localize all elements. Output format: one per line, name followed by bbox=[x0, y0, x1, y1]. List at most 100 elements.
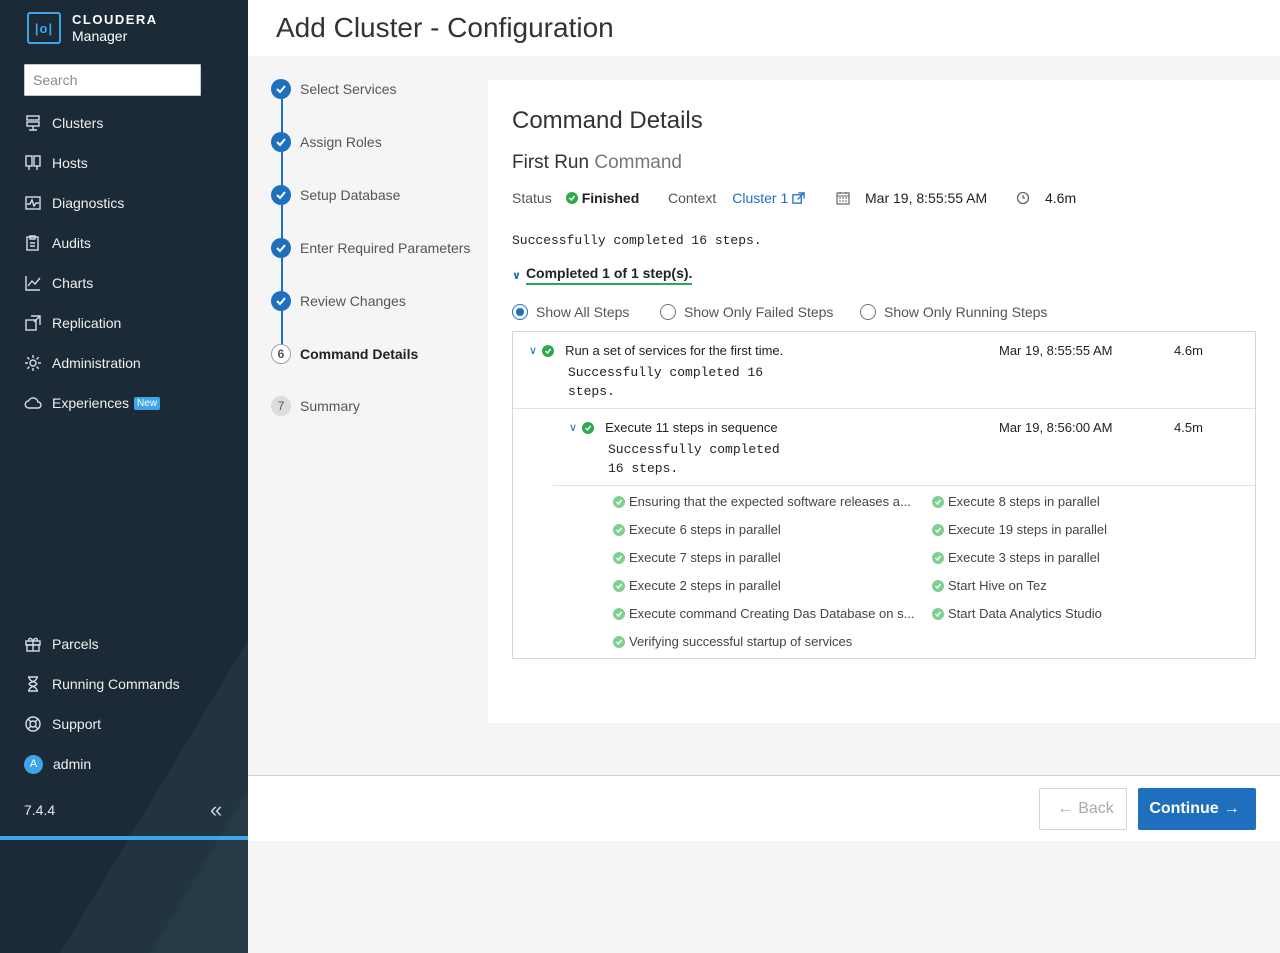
wizard-footer: ← Back Continue → bbox=[248, 775, 1280, 841]
page-header: Add Cluster - Configuration bbox=[248, 0, 1280, 56]
substep-label: Ensuring that the expected software rele… bbox=[629, 494, 911, 509]
calendar-icon bbox=[836, 192, 850, 205]
sidebar-item-label: Diagnostics bbox=[52, 195, 125, 211]
substep-label: Execute command Creating Das Database on… bbox=[629, 606, 915, 621]
sidebar-item-clusters[interactable]: Clusters bbox=[24, 111, 103, 135]
sidebar-item-charts[interactable]: Charts bbox=[24, 271, 93, 295]
cloudera-logo[interactable]: |o| CLOUDERA Manager bbox=[27, 12, 158, 44]
table-row: ∨ Run a set of services for the first ti… bbox=[513, 332, 1255, 409]
context-link[interactable]: Cluster 1 bbox=[732, 190, 788, 206]
chevron-down-icon[interactable]: ∨ bbox=[569, 421, 577, 434]
avatar: A bbox=[24, 754, 43, 774]
cloud-icon bbox=[24, 397, 42, 409]
sidebar-item-label: admin bbox=[53, 756, 92, 772]
substep-item[interactable]: Execute 7 steps in parallel bbox=[613, 550, 781, 565]
chevron-down-icon[interactable]: ∨ bbox=[529, 344, 537, 357]
wizard-step-label: Assign Roles bbox=[300, 134, 382, 150]
external-link-icon[interactable] bbox=[792, 191, 806, 205]
success-check-icon bbox=[613, 579, 625, 592]
wizard-step-label: Summary bbox=[300, 398, 360, 414]
filter-all-steps[interactable]: Show All Steps bbox=[512, 304, 629, 320]
success-check-icon bbox=[613, 551, 625, 564]
sidebar-item-label: Replication bbox=[52, 315, 122, 331]
sidebar-item-running-commands[interactable]: Running Commands bbox=[24, 672, 180, 696]
step-connector bbox=[281, 311, 283, 345]
sidebar-accent-bar bbox=[0, 836, 248, 840]
filter-running-steps[interactable]: Show Only Running Steps bbox=[860, 304, 1047, 320]
substep-item[interactable]: Execute 8 steps in parallel bbox=[932, 494, 1100, 509]
substep-item[interactable]: Ensuring that the expected software rele… bbox=[613, 494, 911, 509]
filter-label: Show All Steps bbox=[536, 304, 630, 320]
substep-item[interactable]: Execute 19 steps in parallel bbox=[932, 522, 1107, 537]
filter-label: Show Only Running Steps bbox=[884, 304, 1048, 320]
sidebar-item-label: Audits bbox=[52, 235, 91, 251]
step-number: 6 bbox=[271, 344, 291, 364]
step-header[interactable]: ∨ Run a set of services for the first ti… bbox=[529, 343, 783, 358]
wizard-step-label: Command Details bbox=[300, 346, 419, 362]
completed-toggle[interactable]: ∨ Completed 1 of 1 step(s). bbox=[512, 265, 693, 285]
gift-icon bbox=[25, 637, 41, 652]
substep-item[interactable]: Start Hive on Tez bbox=[932, 578, 1047, 593]
sidebar-item-experiences[interactable]: Experiences New bbox=[24, 391, 161, 415]
status-meta: Status Finished bbox=[512, 188, 639, 208]
step-date: Mar 19, 8:56:00 AM bbox=[999, 420, 1113, 435]
success-check-icon bbox=[932, 495, 944, 508]
wizard-step-review-changes[interactable]: Review Changes bbox=[271, 289, 406, 313]
sidebar-item-label: Parcels bbox=[52, 636, 99, 652]
filter-failed-steps[interactable]: Show Only Failed Steps bbox=[660, 304, 833, 320]
continue-button-label: Continue bbox=[1149, 800, 1219, 817]
context-meta: Context Cluster 1 bbox=[668, 188, 806, 208]
substep-label: Execute 6 steps in parallel bbox=[629, 522, 781, 537]
substep-item[interactable]: Execute 3 steps in parallel bbox=[932, 550, 1100, 565]
step-header[interactable]: ∨ Execute 11 steps in sequence bbox=[569, 420, 778, 435]
substep-label: Execute 7 steps in parallel bbox=[629, 550, 781, 565]
substep-item[interactable]: Execute command Creating Das Database on… bbox=[613, 606, 914, 621]
radio-selected-icon bbox=[512, 304, 528, 320]
back-button[interactable]: ← Back bbox=[1039, 788, 1127, 830]
completed-text: Completed 1 of 1 step(s). bbox=[525, 265, 693, 285]
sidebar-item-audits[interactable]: Audits bbox=[24, 231, 91, 255]
sidebar-item-diagnostics[interactable]: Diagnostics bbox=[24, 191, 124, 215]
clusters-icon bbox=[26, 115, 40, 131]
sidebar-item-admin-user[interactable]: A admin bbox=[24, 752, 91, 776]
wizard-step-label: Enter Required Parameters bbox=[300, 240, 471, 256]
substep-item[interactable]: Start Data Analytics Studio bbox=[932, 606, 1102, 621]
command-title: First Run Command bbox=[512, 152, 682, 174]
logo-product: Manager bbox=[72, 28, 128, 44]
sidebar-item-replication[interactable]: Replication bbox=[24, 311, 121, 335]
wizard-step-select-services[interactable]: Select Services bbox=[271, 77, 396, 101]
substep-label: Execute 2 steps in parallel bbox=[629, 578, 781, 593]
success-check-icon bbox=[613, 607, 625, 620]
wizard-step-assign-roles[interactable]: Assign Roles bbox=[271, 130, 382, 154]
check-icon bbox=[271, 238, 291, 258]
substep-label: Start Data Analytics Studio bbox=[948, 606, 1102, 621]
radio-icon bbox=[860, 304, 876, 320]
wizard-step-enter-required-parameters[interactable]: Enter Required Parameters bbox=[271, 236, 470, 260]
substep-label: Start Hive on Tez bbox=[948, 578, 1047, 593]
success-check-icon bbox=[613, 523, 625, 536]
continue-button[interactable]: Continue → bbox=[1138, 788, 1256, 830]
wizard-step-setup-database[interactable]: Setup Database bbox=[271, 183, 400, 207]
sidebar-item-parcels[interactable]: Parcels bbox=[24, 632, 99, 656]
substep-item[interactable]: Execute 2 steps in parallel bbox=[613, 578, 781, 593]
charts-icon bbox=[25, 276, 41, 291]
wizard-step-command-details[interactable]: 6 Command Details bbox=[271, 342, 418, 366]
collapse-sidebar-icon[interactable]: « bbox=[210, 799, 222, 821]
start-time: Mar 19, 8:55:55 AM bbox=[865, 190, 988, 206]
success-check-icon bbox=[932, 551, 944, 564]
step-duration: 4.6m bbox=[1174, 343, 1203, 358]
substep-item[interactable]: Execute 6 steps in parallel bbox=[613, 522, 781, 537]
check-icon bbox=[271, 132, 291, 152]
substep-label: Execute 3 steps in parallel bbox=[948, 550, 1100, 565]
sidebar: |o| CLOUDERA Manager Clusters Hosts Diag… bbox=[0, 0, 248, 953]
sidebar-item-administration[interactable]: Administration bbox=[24, 351, 141, 375]
sidebar-item-label: Support bbox=[52, 716, 102, 732]
sidebar-item-hosts[interactable]: Hosts bbox=[24, 151, 88, 175]
diagnostics-icon bbox=[25, 196, 41, 210]
search-input[interactable] bbox=[24, 64, 201, 96]
substep-item[interactable]: Verifying successful startup of services bbox=[613, 634, 852, 649]
step-connector bbox=[281, 205, 283, 239]
check-icon bbox=[271, 185, 291, 205]
sidebar-item-support[interactable]: Support bbox=[24, 712, 101, 736]
hosts-icon bbox=[25, 155, 41, 170]
